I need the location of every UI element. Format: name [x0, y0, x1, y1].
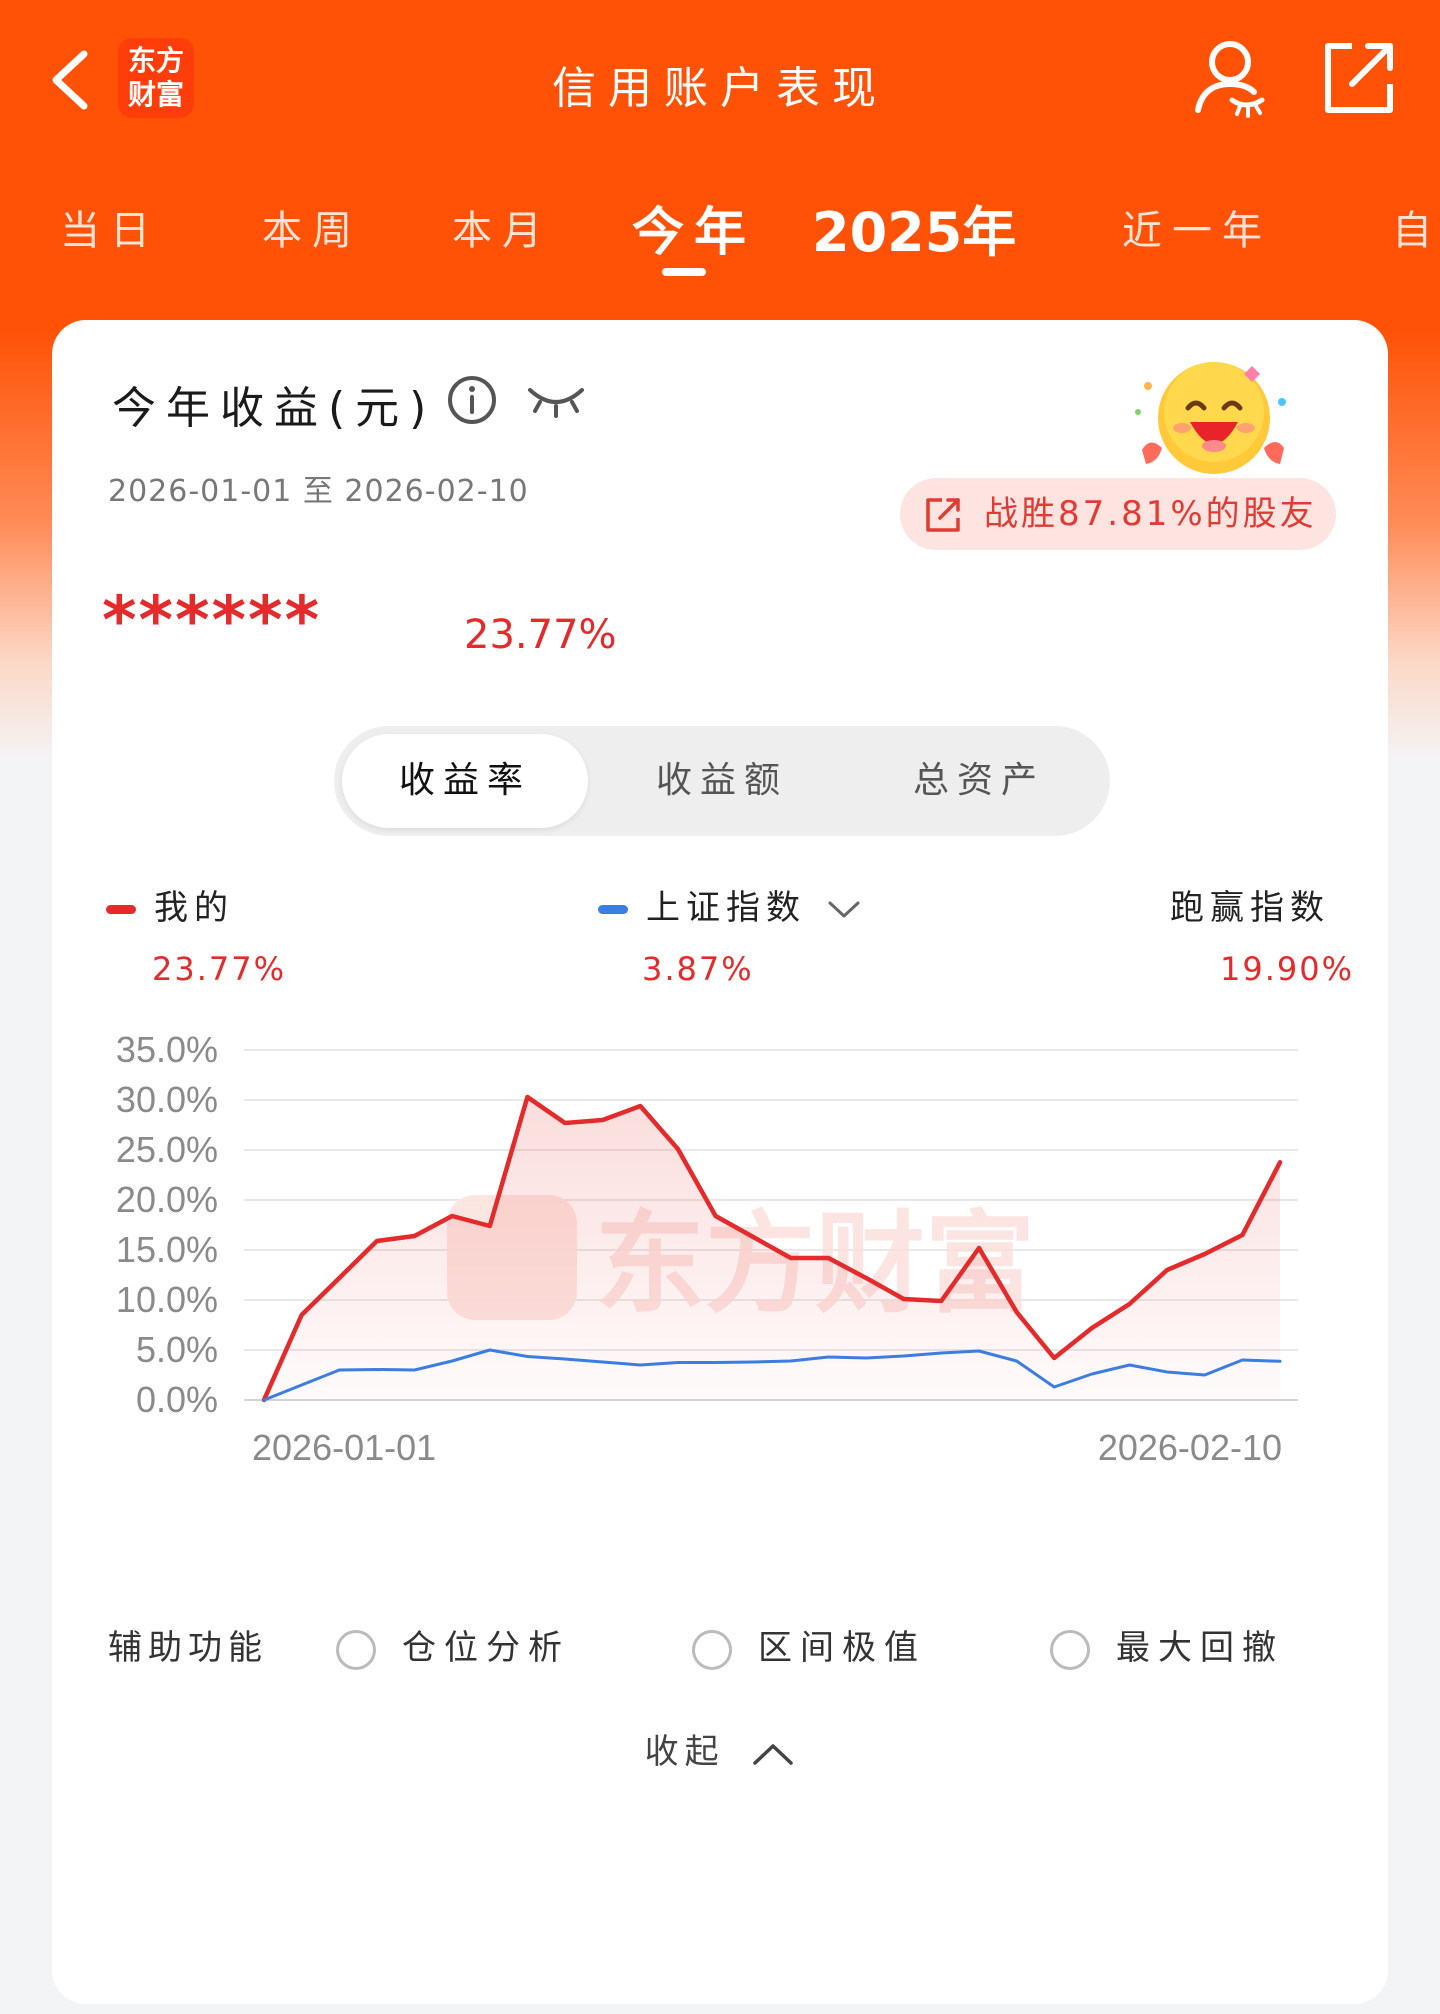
date-range: 2026-01-01 至 2026-02-10	[108, 474, 529, 509]
y-tick-label: 20.0%	[116, 1179, 218, 1220]
x-tick-label: 2026-02-10	[1098, 1427, 1282, 1468]
aux-position-analysis-label: 仓位分析	[402, 1628, 570, 1668]
legend-mine-label: 我的	[154, 888, 234, 928]
performance-card: 今年收益(元) 2026-01-01 至 2026-02-10 战胜87.81%…	[52, 320, 1388, 2004]
privacy-user-button[interactable]	[1190, 34, 1270, 120]
radio-icon[interactable]	[1050, 1629, 1090, 1670]
radio-icon[interactable]	[336, 1629, 376, 1670]
y-tick-label: 15.0%	[116, 1229, 218, 1270]
hidden-profit-amount: ******	[102, 582, 322, 659]
toggle-visibility-button[interactable]	[526, 380, 586, 420]
active-tab-indicator	[662, 268, 706, 276]
tab-2025[interactable]: 2025年	[812, 188, 1016, 267]
beat-users-badge[interactable]: 战胜87.81%的股友	[900, 478, 1336, 550]
tab-this-month[interactable]: 本月	[452, 198, 552, 256]
y-tick-label: 30.0%	[116, 1079, 218, 1120]
aux-max-drawdown-label: 最大回撤	[1116, 1628, 1284, 1668]
segment-total-assets[interactable]: 总资产	[856, 734, 1102, 828]
y-tick-label: 25.0%	[116, 1129, 218, 1170]
card-title: 今年收益(元)	[112, 383, 437, 434]
tab-past-year[interactable]: 近一年	[1122, 198, 1272, 256]
return-rate-chart: 0.0%5.0%10.0%15.0%20.0%25.0%30.0%35.0%东方…	[116, 1029, 1298, 1468]
y-tick-label: 0.0%	[136, 1379, 218, 1420]
return-rate: 23.77%	[464, 612, 617, 658]
legend-index-label: 上证指数	[646, 888, 806, 928]
legend-swatch-index	[598, 905, 628, 914]
aux-position-analysis[interactable]: 仓位分析	[336, 1620, 570, 1670]
legend-excess-value: 19.90%	[1220, 950, 1355, 988]
tab-this-week[interactable]: 本周	[262, 198, 362, 256]
aux-range-extremes-label: 区间极值	[758, 1628, 926, 1668]
period-tabs: 当日 本周 本月 今年 2025年 近一年 自	[0, 190, 1440, 280]
legend-swatch-mine	[106, 905, 136, 914]
user-eye-icon	[1195, 41, 1265, 118]
chevron-down-icon	[828, 901, 860, 917]
y-tick-label: 5.0%	[136, 1329, 218, 1370]
share-icon	[1325, 43, 1393, 113]
metric-segmented-control: 收益率 收益额 总资产	[334, 726, 1110, 836]
celebration-emoji-icon	[1132, 356, 1292, 486]
top-bar: 东方 财富 信用账户表现	[0, 0, 1440, 160]
beat-users-text: 战胜87.81%的股友	[984, 494, 1317, 534]
segment-return-rate[interactable]: 收益率	[342, 734, 588, 828]
chevron-up-icon	[753, 1743, 794, 1765]
tab-today[interactable]: 当日	[60, 198, 160, 256]
legend-mine-value: 23.77%	[152, 950, 287, 988]
y-tick-label: 35.0%	[116, 1029, 218, 1070]
legend-index-value: 3.87%	[642, 950, 754, 988]
collapse-button[interactable]: 收起	[52, 1724, 1388, 1773]
info-button[interactable]	[446, 374, 498, 426]
aux-functions: 辅助功能 仓位分析 区间极值 最大回撤	[52, 1620, 1388, 1690]
info-icon	[448, 376, 496, 424]
eye-closed-icon	[528, 388, 584, 418]
chart-legend: 我的 23.77% 上证指数 3.87% 跑赢指数 19.90%	[52, 880, 1388, 1000]
legend-mine: 我的	[106, 880, 234, 929]
aux-max-drawdown[interactable]: 最大回撤	[1050, 1620, 1284, 1670]
y-tick-label: 10.0%	[116, 1279, 218, 1320]
aux-range-extremes[interactable]: 区间极值	[692, 1620, 926, 1670]
share-button[interactable]	[1318, 38, 1398, 118]
aux-functions-label: 辅助功能	[108, 1628, 268, 1668]
segment-profit-amount[interactable]: 收益额	[599, 734, 845, 828]
radio-icon[interactable]	[692, 1629, 732, 1670]
tab-this-year[interactable]: 今年	[632, 190, 756, 265]
tab-custom[interactable]: 自	[1392, 198, 1440, 256]
legend-excess-label: 跑赢指数	[1170, 888, 1330, 928]
collapse-label: 收起	[644, 1732, 725, 1772]
share-icon	[926, 498, 960, 532]
x-tick-label: 2026-01-01	[252, 1427, 436, 1468]
legend-index-selector[interactable]: 上证指数	[598, 880, 861, 929]
